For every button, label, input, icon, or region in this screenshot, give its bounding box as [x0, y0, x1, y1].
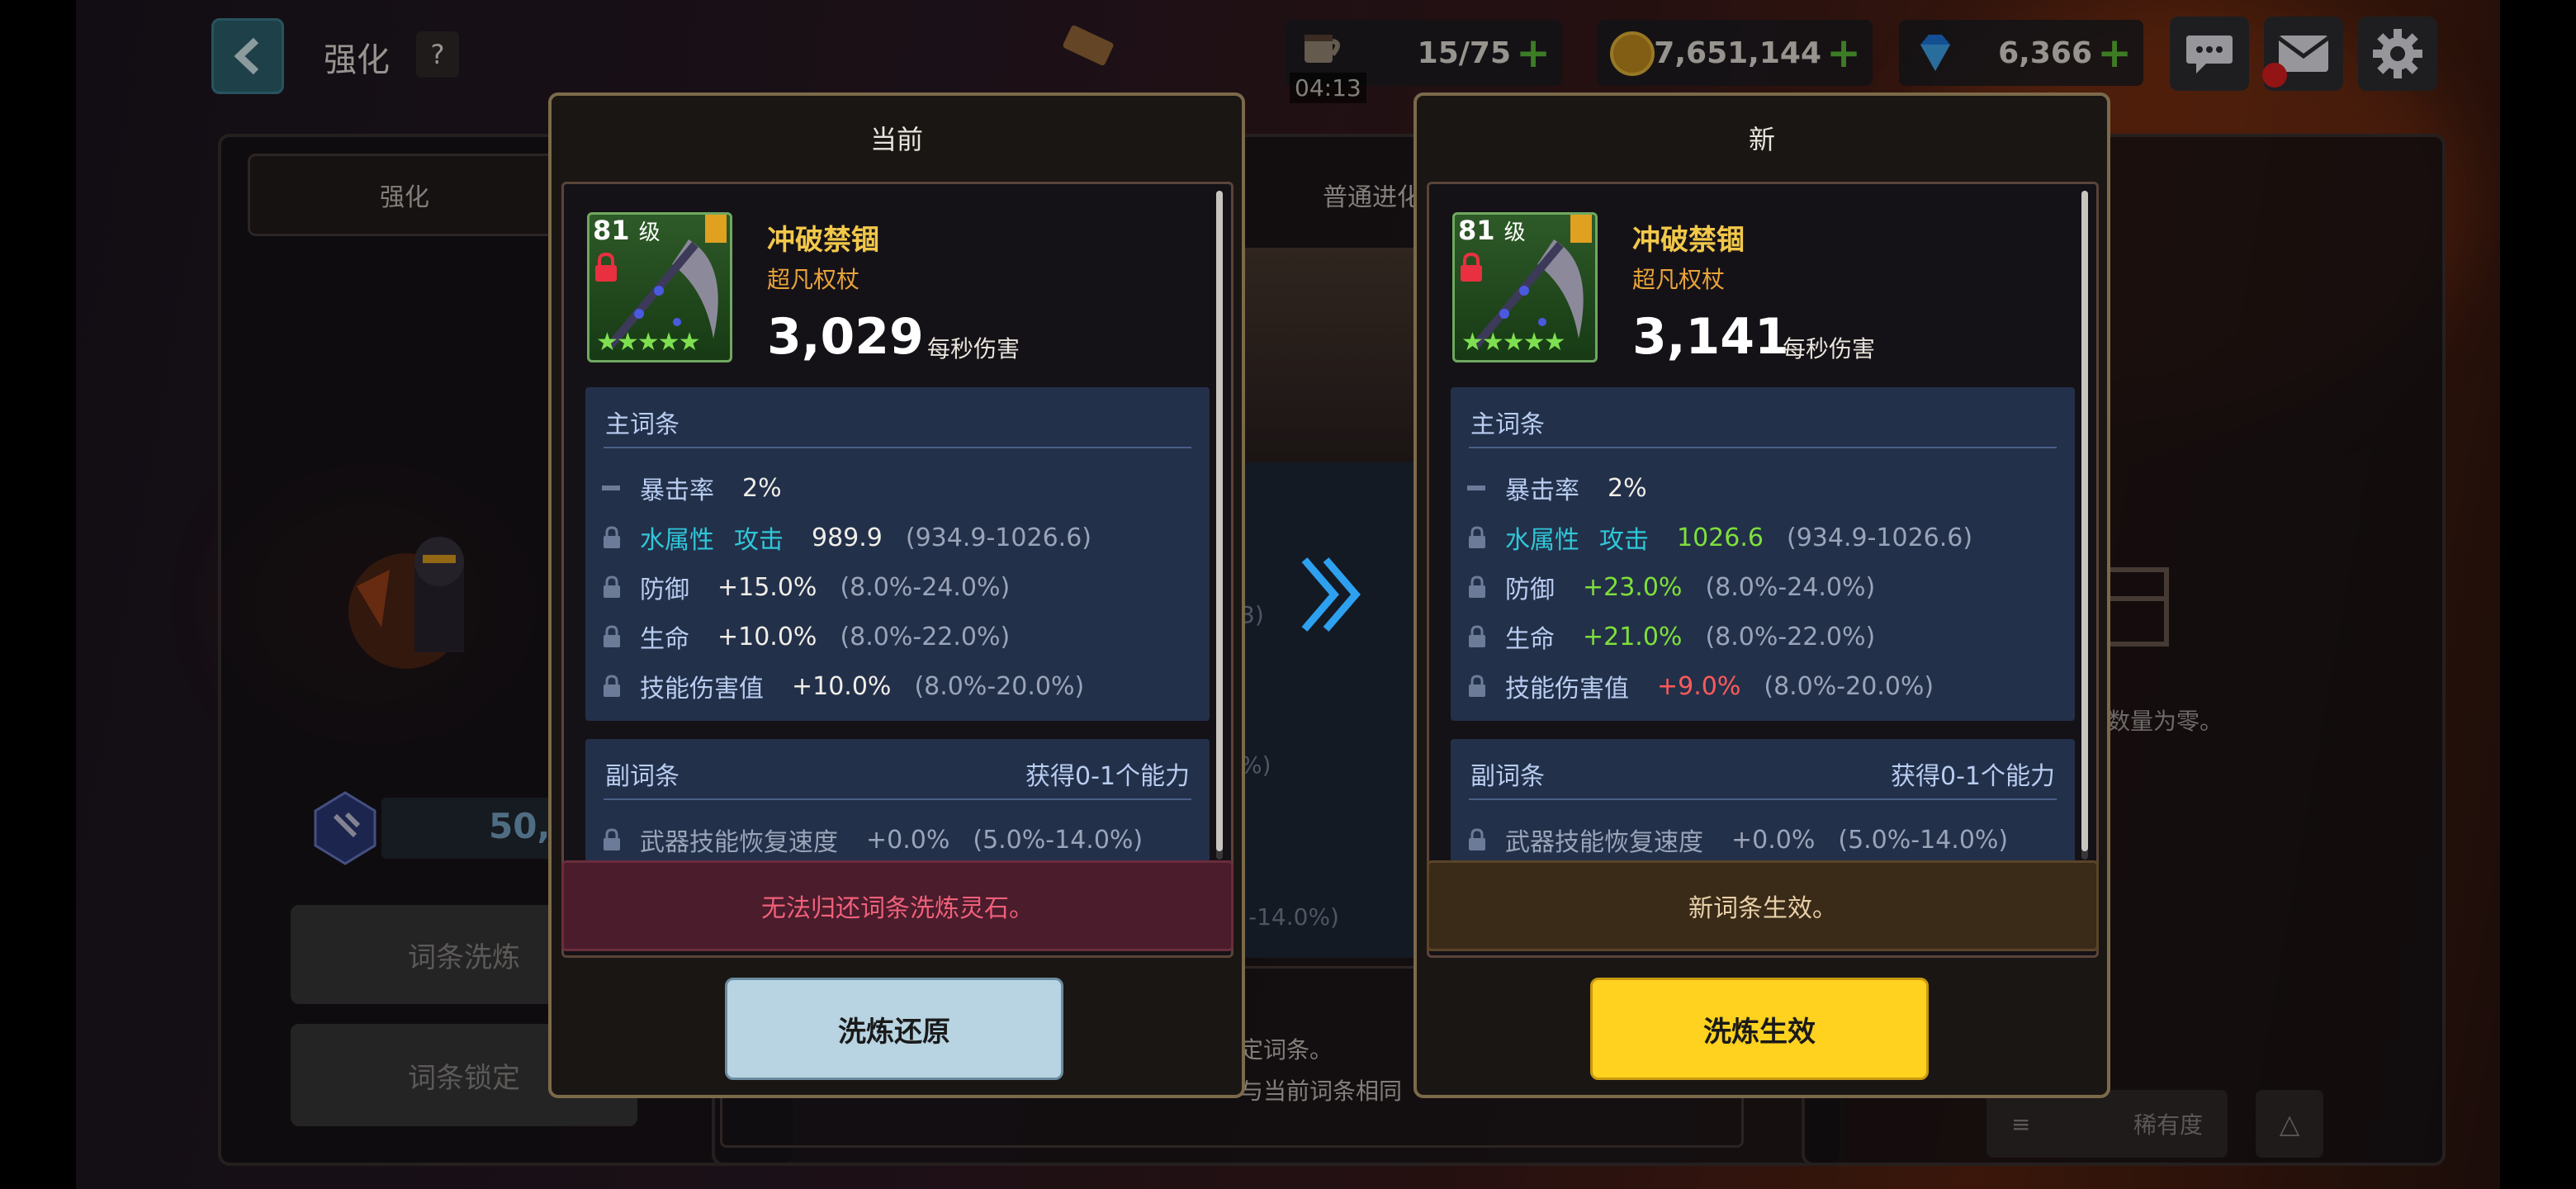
new-dps-label: 每秒伤害	[1783, 335, 1876, 362]
new-level: 81 级	[1458, 215, 1526, 246]
restore-button[interactable]: 洗炼还原	[725, 978, 1063, 1080]
lock-icon[interactable]	[602, 675, 622, 698]
lock-icon[interactable]	[602, 828, 622, 851]
modal-overlay	[0, 0, 2576, 1189]
lock-icon	[595, 253, 617, 282]
current-sub-title: 副词条	[605, 762, 680, 791]
stat-row: 技能伤害值 +10.0% (8.0%-20.0%)	[602, 668, 1084, 704]
current-item-icon[interactable]: 81 级 ★★★★★	[587, 212, 732, 362]
stat-row: 防御 +23.0% (8.0%-24.0%)	[1467, 569, 1875, 605]
current-notice: 无法归还词条洗炼灵石。	[561, 860, 1234, 951]
new-header: 新	[1748, 124, 1775, 155]
stat-row: 水属性 攻击 1026.6 (934.9-1026.6)	[1467, 519, 1972, 556]
new-level-unit: 级	[1503, 220, 1526, 245]
lock-icon	[1461, 253, 1482, 282]
new-scrollbar[interactable]	[2081, 191, 2088, 860]
lock-icon[interactable]	[1467, 526, 1487, 549]
stat-row: 生命 +21.0% (8.0%-22.0%)	[1467, 618, 1875, 655]
new-item-icon[interactable]: 81 级 ★★★★★	[1452, 212, 1598, 362]
new-notice: 新词条生效。	[1427, 860, 2099, 951]
current-level-unit: 级	[638, 220, 661, 245]
new-item-type: 超凡权杖	[1632, 266, 1726, 293]
lock-icon[interactable]	[602, 576, 622, 599]
dash-icon	[602, 486, 620, 490]
current-main-stats: 主词条 暴击率 2% 水属性 攻击 989.9 (934.9-1026.6) 防御 +15…	[585, 387, 1210, 721]
new-item-name: 冲破禁锢	[1632, 224, 1745, 257]
current-sub-right: 获得0-1个能力	[1025, 762, 1190, 791]
current-dps-value: 3,029	[767, 308, 924, 366]
star-rating: ★★★★★	[1461, 328, 1565, 357]
current-header: 当前	[869, 124, 923, 155]
lock-icon[interactable]	[1467, 625, 1487, 648]
dash-icon	[1467, 486, 1485, 490]
current-notice-text: 无法归还词条洗炼灵石。	[761, 894, 1034, 923]
star-rating: ★★★★★	[596, 328, 700, 357]
lock-icon[interactable]	[602, 625, 622, 648]
new-main-stats: 主词条 暴击率 2% 水属性 攻击 1026.6 (934.9-1026.6) 防御 +2…	[1451, 387, 2075, 721]
lock-icon[interactable]	[1467, 675, 1487, 698]
new-notice-text: 新词条生效。	[1688, 894, 1837, 923]
stat-row: 武器技能恢复速度 +0.0% (5.0%-14.0%)	[602, 822, 1143, 858]
rarity-badge-icon	[705, 215, 727, 243]
double-chevron-right-icon	[1301, 557, 1361, 632]
lock-icon[interactable]	[602, 526, 622, 549]
current-main-title: 主词条	[605, 410, 680, 439]
stat-row: 生命 +10.0% (8.0%-22.0%)	[602, 618, 1010, 655]
stat-row: 防御 +15.0% (8.0%-24.0%)	[602, 569, 1010, 605]
new-main-title: 主词条	[1470, 410, 1545, 439]
restore-button-label: 洗炼还原	[838, 1015, 950, 1049]
current-item-type: 超凡权杖	[767, 266, 860, 293]
stat-row: 水属性 攻击 989.9 (934.9-1026.6)	[602, 519, 1091, 556]
current-level-num: 81	[593, 215, 630, 246]
current-level: 81 级	[593, 215, 661, 246]
current-card: 当前 81 级 ★★★★★ 冲破禁锢 超凡权杖 3,029 每秒伤害 主词条 暴…	[548, 92, 1245, 1098]
new-dps-value: 3,141	[1632, 308, 1789, 366]
new-level-num: 81	[1458, 215, 1495, 246]
stat-row: 暴击率 2%	[1467, 470, 1670, 506]
new-sub-right: 获得0-1个能力	[1891, 762, 2055, 791]
apply-button[interactable]: 洗炼生效	[1590, 978, 1929, 1080]
stat-row: 技能伤害值 +9.0% (8.0%-20.0%)	[1467, 668, 1934, 704]
current-item-name: 冲破禁锢	[767, 224, 879, 257]
new-card: 新 81 级 ★★★★★ 冲破禁锢 超凡权杖 3,141 每秒伤害 主词条 暴击…	[1413, 92, 2110, 1098]
current-detail-panel[interactable]: 81 级 ★★★★★ 冲破禁锢 超凡权杖 3,029 每秒伤害 主词条 暴击率 2…	[561, 182, 1234, 958]
current-scrollbar[interactable]	[1216, 191, 1223, 860]
lock-icon[interactable]	[1467, 576, 1487, 599]
new-sub-title: 副词条	[1470, 762, 1545, 791]
rarity-badge-icon	[1570, 215, 1592, 243]
apply-button-label: 洗炼生效	[1703, 1015, 1816, 1049]
stat-row: 武器技能恢复速度 +0.0% (5.0%-14.0%)	[1467, 822, 2008, 858]
current-dps-label: 每秒伤害	[927, 335, 1020, 362]
new-detail-panel[interactable]: 81 级 ★★★★★ 冲破禁锢 超凡权杖 3,141 每秒伤害 主词条 暴击率 2…	[1427, 182, 2099, 958]
stat-row: 暴击率 2%	[602, 470, 805, 506]
lock-icon[interactable]	[1467, 828, 1487, 851]
